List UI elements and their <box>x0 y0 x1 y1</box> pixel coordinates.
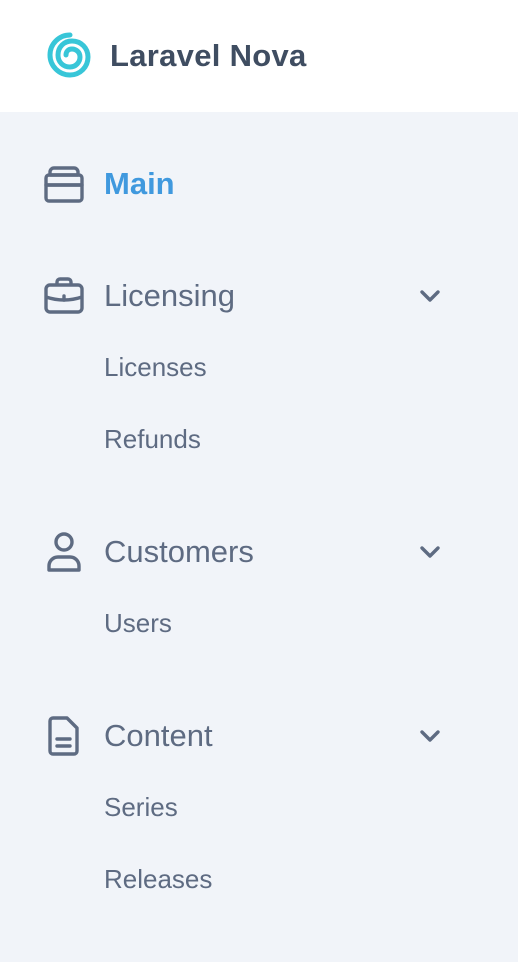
sidebar-item-refunds[interactable]: Refunds <box>104 424 201 455</box>
sidebar-item-releases[interactable]: Releases <box>104 864 212 895</box>
chevron-down-icon[interactable] <box>416 286 444 306</box>
sidebar-section-customers[interactable]: Customers <box>42 528 462 576</box>
sidebar-item-users[interactable]: Users <box>104 608 172 639</box>
sidebar-item-series[interactable]: Series <box>104 792 178 823</box>
brand-name[interactable]: Laravel Nova <box>110 38 307 74</box>
sidebar-item-main[interactable]: Main <box>42 160 462 208</box>
document-icon <box>42 712 86 760</box>
user-icon <box>42 528 86 576</box>
spiral-logo-icon[interactable] <box>46 31 94 79</box>
home-icon <box>42 160 86 208</box>
chevron-down-icon[interactable] <box>416 542 444 562</box>
brand-header: Laravel Nova <box>0 0 518 112</box>
briefcase-icon <box>42 272 86 320</box>
sidebar-item-main-label: Main <box>104 166 175 201</box>
sidebar-section-licensing[interactable]: Licensing <box>42 272 462 320</box>
sidebar-section-content[interactable]: Content <box>42 712 462 760</box>
sidebar-section-licensing-label: Licensing <box>104 278 235 313</box>
sidebar-section-content-label: Content <box>104 718 213 753</box>
sidebar-section-customers-label: Customers <box>104 534 254 569</box>
sidebar: Laravel Nova Main Licensing Licenses Ref… <box>0 0 518 962</box>
sidebar-item-licenses[interactable]: Licenses <box>104 352 207 383</box>
chevron-down-icon[interactable] <box>416 726 444 746</box>
